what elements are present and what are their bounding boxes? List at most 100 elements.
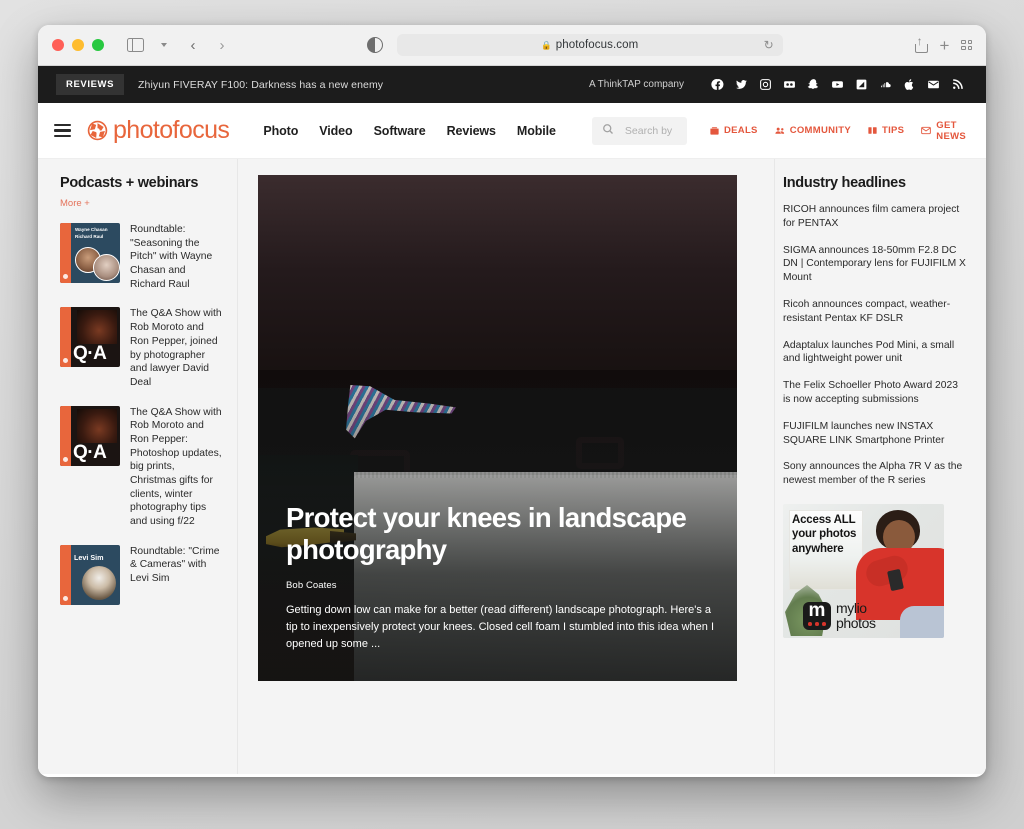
left-sidebar: Podcasts + webinars More + Wayne Chasan … xyxy=(38,159,238,774)
ad-headline: Access ALL your photos anywhere xyxy=(792,513,857,555)
main-column: Protect your knees in landscape photogra… xyxy=(238,159,774,774)
podcast-thumb-text: Levi Sim xyxy=(74,552,104,562)
utility-label-community: COMMUNITY xyxy=(789,125,851,136)
advertisement-banner[interactable]: Access ALL your photos anywhere mylio ph… xyxy=(783,503,944,638)
vimeo-icon[interactable] xyxy=(855,78,868,91)
primary-nav-links: Photo Video Software Reviews Mobile xyxy=(263,124,556,138)
list-item[interactable]: Q·A The Q&A Show with Rob Moroto and Ron… xyxy=(60,405,223,529)
email-icon[interactable] xyxy=(927,78,940,91)
podcast-thumbnail: Levi Sim xyxy=(60,544,120,605)
list-item[interactable]: Ricoh announces compact, weather-resista… xyxy=(783,298,968,326)
apple-icon[interactable] xyxy=(903,78,916,91)
ad-brand-line2: photos xyxy=(836,614,876,631)
utility-label-getnews: GET NEWS xyxy=(936,119,966,142)
sidebar-toggle-icon[interactable] xyxy=(122,33,148,57)
reader-view-icon[interactable] xyxy=(366,37,383,53)
reviews-badge[interactable]: REVIEWS xyxy=(56,74,125,95)
list-item[interactable]: RICOH announces film camera project for … xyxy=(783,203,968,231)
utility-link-community[interactable]: COMMUNITY xyxy=(774,125,851,136)
search-box[interactable] xyxy=(591,116,687,145)
featured-article-author[interactable]: Bob Coates xyxy=(286,580,715,591)
featured-article-excerpt: Getting down low can make for a better (… xyxy=(286,603,715,650)
podcast-thumb-text: Q·A xyxy=(73,343,107,365)
nav-link-photo[interactable]: Photo xyxy=(263,124,298,138)
snapchat-icon[interactable] xyxy=(807,78,820,91)
utility-link-deals[interactable]: DEALS xyxy=(709,125,758,136)
tab-overview-icon[interactable] xyxy=(961,39,972,51)
site-logo[interactable]: photofocus xyxy=(87,116,230,145)
tag-icon xyxy=(709,125,720,136)
aperture-icon xyxy=(87,120,108,141)
hamburger-icon[interactable] xyxy=(54,123,71,138)
featured-article-title[interactable]: Protect your knees in landscape photogra… xyxy=(286,502,715,566)
instagram-icon[interactable] xyxy=(759,78,772,91)
twitter-icon[interactable] xyxy=(735,78,748,91)
url-text: photofocus.com xyxy=(555,39,639,51)
search-input[interactable] xyxy=(622,123,677,138)
utility-label-deals: DEALS xyxy=(723,125,758,136)
podcast-thumb-text: Wayne Chasan Richard Raul xyxy=(75,227,108,239)
nav-link-software[interactable]: Software xyxy=(374,124,426,138)
podcast-title: The Q&A Show with Rob Moroto and Ron Pep… xyxy=(130,308,222,388)
list-item[interactable]: Adaptalux launches Pod Mini, a small and… xyxy=(783,339,968,367)
list-item[interactable]: Sony announces the Alpha 7R V as the new… xyxy=(783,460,968,488)
address-bar[interactable]: 🔒 photofocus.com ↻ xyxy=(396,34,783,56)
minimize-window-button[interactable] xyxy=(72,39,84,51)
back-chevron-icon[interactable]: ‹ xyxy=(180,33,206,57)
company-label: A ThinkTAP company xyxy=(588,79,684,90)
desktop-background: ‹ › 🔒 photofocus.com ↻ + REVIEWS xyxy=(0,0,1024,829)
forward-chevron-icon[interactable]: › xyxy=(209,33,235,57)
people-icon xyxy=(774,125,786,136)
plus-icon[interactable]: + xyxy=(939,37,949,54)
lock-icon: 🔒 xyxy=(541,39,552,50)
close-window-button[interactable] xyxy=(52,39,64,51)
page-content: Podcasts + webinars More + Wayne Chasan … xyxy=(38,159,986,774)
utility-link-tips[interactable]: TIPS xyxy=(867,125,904,136)
list-item[interactable]: SIGMA announces 18-50mm F2.8 DC DN | Con… xyxy=(783,244,968,285)
facebook-icon[interactable] xyxy=(711,78,724,91)
podcast-thumb-text: Q·A xyxy=(73,441,107,463)
podcast-title: Roundtable: "Seasoning the Pitch" with W… xyxy=(130,224,213,290)
utility-link-getnews[interactable]: GET NEWS xyxy=(920,120,966,142)
utility-nav: DEALS COMMUNITY TIPS GET NEWS xyxy=(709,120,966,142)
featured-article-card[interactable]: Protect your knees in landscape photogra… xyxy=(258,175,737,681)
chevron-down-icon[interactable] xyxy=(151,33,177,57)
main-navigation: photofocus Photo Video Software Reviews … xyxy=(38,103,986,159)
podcast-title: Roundtable: "Crime & Cameras" with Levi … xyxy=(130,545,220,585)
nav-link-mobile[interactable]: Mobile xyxy=(517,124,556,138)
list-item[interactable]: FUJIFILM launches new INSTAX SQUARE LINK… xyxy=(783,420,968,448)
industry-headlines-title: Industry headlines xyxy=(783,175,906,191)
youtube-icon[interactable] xyxy=(831,78,844,91)
list-item[interactable]: Wayne Chasan Richard Raul Roundtable: "S… xyxy=(60,223,223,291)
list-item[interactable]: Levi Sim Roundtable: "Crime & Cameras" w… xyxy=(60,544,223,605)
web-page: REVIEWS Zhiyun FIVERAY F100: Darkness ha… xyxy=(38,66,986,777)
podcast-thumbnail: Q·A xyxy=(60,307,120,368)
rss-icon[interactable] xyxy=(951,78,964,91)
list-item[interactable]: The Felix Schoeller Photo Award 2023 is … xyxy=(783,379,968,407)
utility-label-tips: TIPS xyxy=(881,125,905,136)
soundcloud-icon[interactable] xyxy=(879,78,892,91)
flickr-icon[interactable] xyxy=(783,78,796,91)
promo-bar: REVIEWS Zhiyun FIVERAY F100: Darkness ha… xyxy=(38,66,986,103)
reload-icon[interactable]: ↻ xyxy=(764,38,774,52)
maximize-window-button[interactable] xyxy=(92,39,104,51)
share-icon[interactable] xyxy=(914,34,929,53)
nav-link-reviews[interactable]: Reviews xyxy=(447,124,496,138)
podcast-thumbnail: Wayne Chasan Richard Raul xyxy=(60,223,120,283)
browser-toolbar: ‹ › 🔒 photofocus.com ↻ + xyxy=(38,25,986,66)
envelope-icon xyxy=(920,125,932,136)
window-controls[interactable] xyxy=(52,39,104,51)
promo-headline[interactable]: Zhiyun FIVERAY F100: Darkness has a new … xyxy=(138,79,383,91)
nav-link-video[interactable]: Video xyxy=(319,124,352,138)
brand-name: photofocus xyxy=(113,116,230,144)
mylio-logo-icon: mylio photos xyxy=(803,600,876,631)
list-item[interactable]: Q·A The Q&A Show with Rob Moroto and Ron… xyxy=(60,307,223,389)
podcasts-more-link[interactable]: More + xyxy=(60,198,90,209)
podcast-title: The Q&A Show with Rob Moroto and Ron Pep… xyxy=(130,406,222,528)
book-icon xyxy=(867,125,878,136)
right-sidebar: Industry headlines RICOH announces film … xyxy=(774,159,986,774)
podcasts-section-title: Podcasts + webinars xyxy=(60,175,199,191)
browser-window: ‹ › 🔒 photofocus.com ↻ + REVIEWS xyxy=(38,25,986,777)
ad-brand-line1: mylio xyxy=(836,600,867,617)
search-icon xyxy=(602,123,614,138)
